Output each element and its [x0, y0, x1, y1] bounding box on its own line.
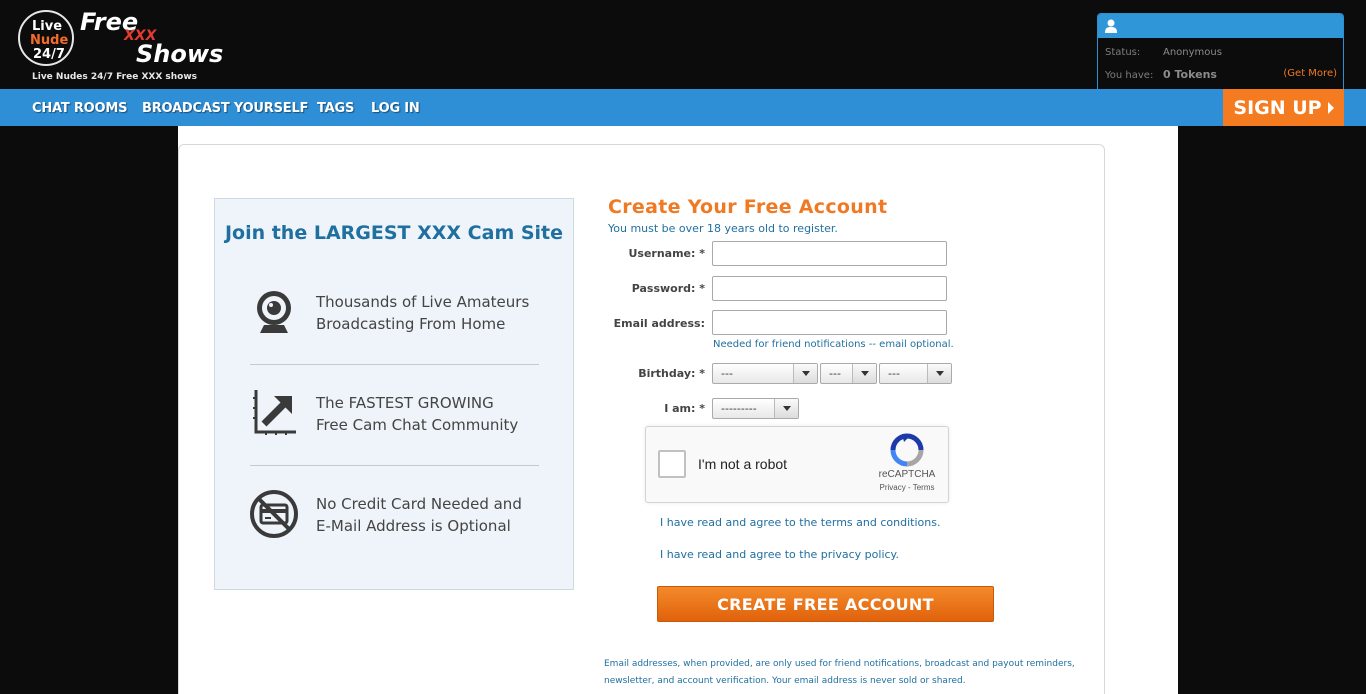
tokens-value: 0 Tokens	[1163, 68, 1217, 81]
password-label: Password: *	[631, 282, 705, 295]
select-value: ---	[888, 367, 900, 380]
recaptcha-label: I'm not a robot	[698, 456, 788, 472]
get-more-tokens-link[interactable]: (Get More)	[1283, 68, 1337, 79]
select-value: ---	[829, 367, 841, 380]
nav-broadcast-yourself[interactable]: BROADCAST YOURSELF	[142, 101, 308, 116]
recaptcha-brand: reCAPTCHA	[878, 469, 936, 480]
webcam-icon	[250, 287, 300, 337]
promo-divider	[250, 364, 539, 365]
username-label: Username: *	[628, 247, 705, 260]
email-input[interactable]	[712, 310, 947, 335]
growth-arrow-icon	[250, 388, 300, 438]
birthday-label: Birthday: *	[638, 367, 705, 380]
status-value: Anonymous	[1163, 47, 1222, 58]
select-value: ---	[721, 367, 733, 380]
feature-item: No Credit Card Needed and E-Mail Address…	[250, 489, 540, 569]
feature-line: E-Mail Address is Optional	[316, 517, 511, 535]
promo-divider	[250, 465, 539, 466]
user-panel-header	[1098, 14, 1343, 38]
birthday-month-select[interactable]: ---	[712, 363, 818, 384]
chevron-down-icon	[793, 364, 817, 383]
logo-nude: Nude	[30, 33, 68, 48]
form-title: Create Your Free Account	[608, 196, 888, 218]
birthday-day-select[interactable]: ---	[820, 363, 877, 384]
sign-up-label: SIGN UP	[1233, 96, 1322, 119]
tokens-label: You have:	[1105, 70, 1154, 81]
sign-up-button[interactable]: SIGN UP	[1223, 89, 1344, 126]
user-status-panel: Status: Anonymous You have: 0 Tokens (Get …	[1097, 13, 1344, 89]
select-value: ---------	[721, 402, 757, 415]
main-nav: CHAT ROOMS BROADCAST YOURSELF TAGS LOG I…	[0, 89, 1366, 126]
status-row: Status: Anonymous	[1105, 47, 1222, 58]
privacy-agreement-link[interactable]: I have read and agree to the privacy pol…	[660, 548, 899, 561]
feature-line: Thousands of Live Amateurs	[316, 293, 530, 311]
email-usage-fineprint: Email addresses, when provided, are only…	[604, 659, 1075, 686]
gender-select[interactable]: ---------	[712, 398, 799, 419]
password-input[interactable]	[712, 276, 947, 301]
caret-right-icon	[1327, 101, 1334, 114]
chevron-down-icon	[852, 364, 876, 383]
feature-line: Free Cam Chat Community	[316, 416, 519, 434]
site-tagline: Live Nudes 24/7 Free XXX shows	[32, 72, 198, 82]
nav-log-in[interactable]: LOG IN	[371, 101, 420, 116]
feature-item: Thousands of Live Amateurs Broadcasting …	[250, 287, 540, 367]
feature-item: The FASTEST GROWING Free Cam Chat Commun…	[250, 388, 540, 468]
create-account-button[interactable]: CREATE FREE ACCOUNT	[657, 586, 994, 622]
feature-text: The FASTEST GROWING Free Cam Chat Commun…	[316, 392, 518, 436]
form-subtitle: You must be over 18 years old to registe…	[608, 222, 838, 235]
main-content: Join the LARGEST XXX Cam Site Thousands …	[178, 126, 1178, 694]
chevron-down-icon	[927, 364, 951, 383]
feature-line: Broadcasting From Home	[316, 315, 506, 333]
logo-live: Live	[32, 19, 62, 34]
status-label: Status:	[1105, 47, 1141, 58]
site-header: Live Nude 24/7 Free XXX Shows Live Nudes…	[0, 0, 1366, 89]
feature-line: The FASTEST GROWING	[316, 394, 494, 412]
recaptcha-widget: I'm not a robot reCAPTCHA Privacy - Term…	[645, 426, 949, 503]
logo-hours: 24/7	[33, 47, 65, 62]
gender-label: I am: *	[664, 402, 705, 415]
tokens-row: You have: 0 Tokens	[1105, 68, 1217, 81]
no-credit-card-icon	[250, 489, 300, 539]
birthday-year-select[interactable]: ---	[879, 363, 952, 384]
feature-text: No Credit Card Needed and E-Mail Address…	[316, 493, 522, 537]
terms-agreement-link[interactable]: I have read and agree to the terms and c…	[660, 516, 940, 529]
signup-card: Join the LARGEST XXX Cam Site Thousands …	[178, 144, 1105, 694]
user-icon[interactable]	[1104, 18, 1118, 34]
chevron-down-icon	[774, 399, 798, 418]
recaptcha-privacy-terms-link[interactable]: Privacy - Terms	[868, 483, 946, 492]
email-hint: Needed for friend notifications -- email…	[713, 339, 954, 350]
feature-line: No Credit Card Needed and	[316, 495, 522, 513]
logo-shows: Shows	[136, 40, 223, 68]
nav-chat-rooms[interactable]: CHAT ROOMS	[32, 101, 127, 116]
feature-text: Thousands of Live Amateurs Broadcasting …	[316, 291, 529, 335]
nav-tags[interactable]: TAGS	[317, 101, 354, 116]
username-input[interactable]	[712, 241, 947, 266]
promo-box: Join the LARGEST XXX Cam Site Thousands …	[214, 198, 574, 590]
recaptcha-checkbox[interactable]	[658, 450, 686, 478]
recaptcha-logo-icon	[890, 433, 924, 467]
email-label: Email address:	[613, 317, 705, 330]
promo-title: Join the LARGEST XXX Cam Site	[224, 222, 564, 244]
